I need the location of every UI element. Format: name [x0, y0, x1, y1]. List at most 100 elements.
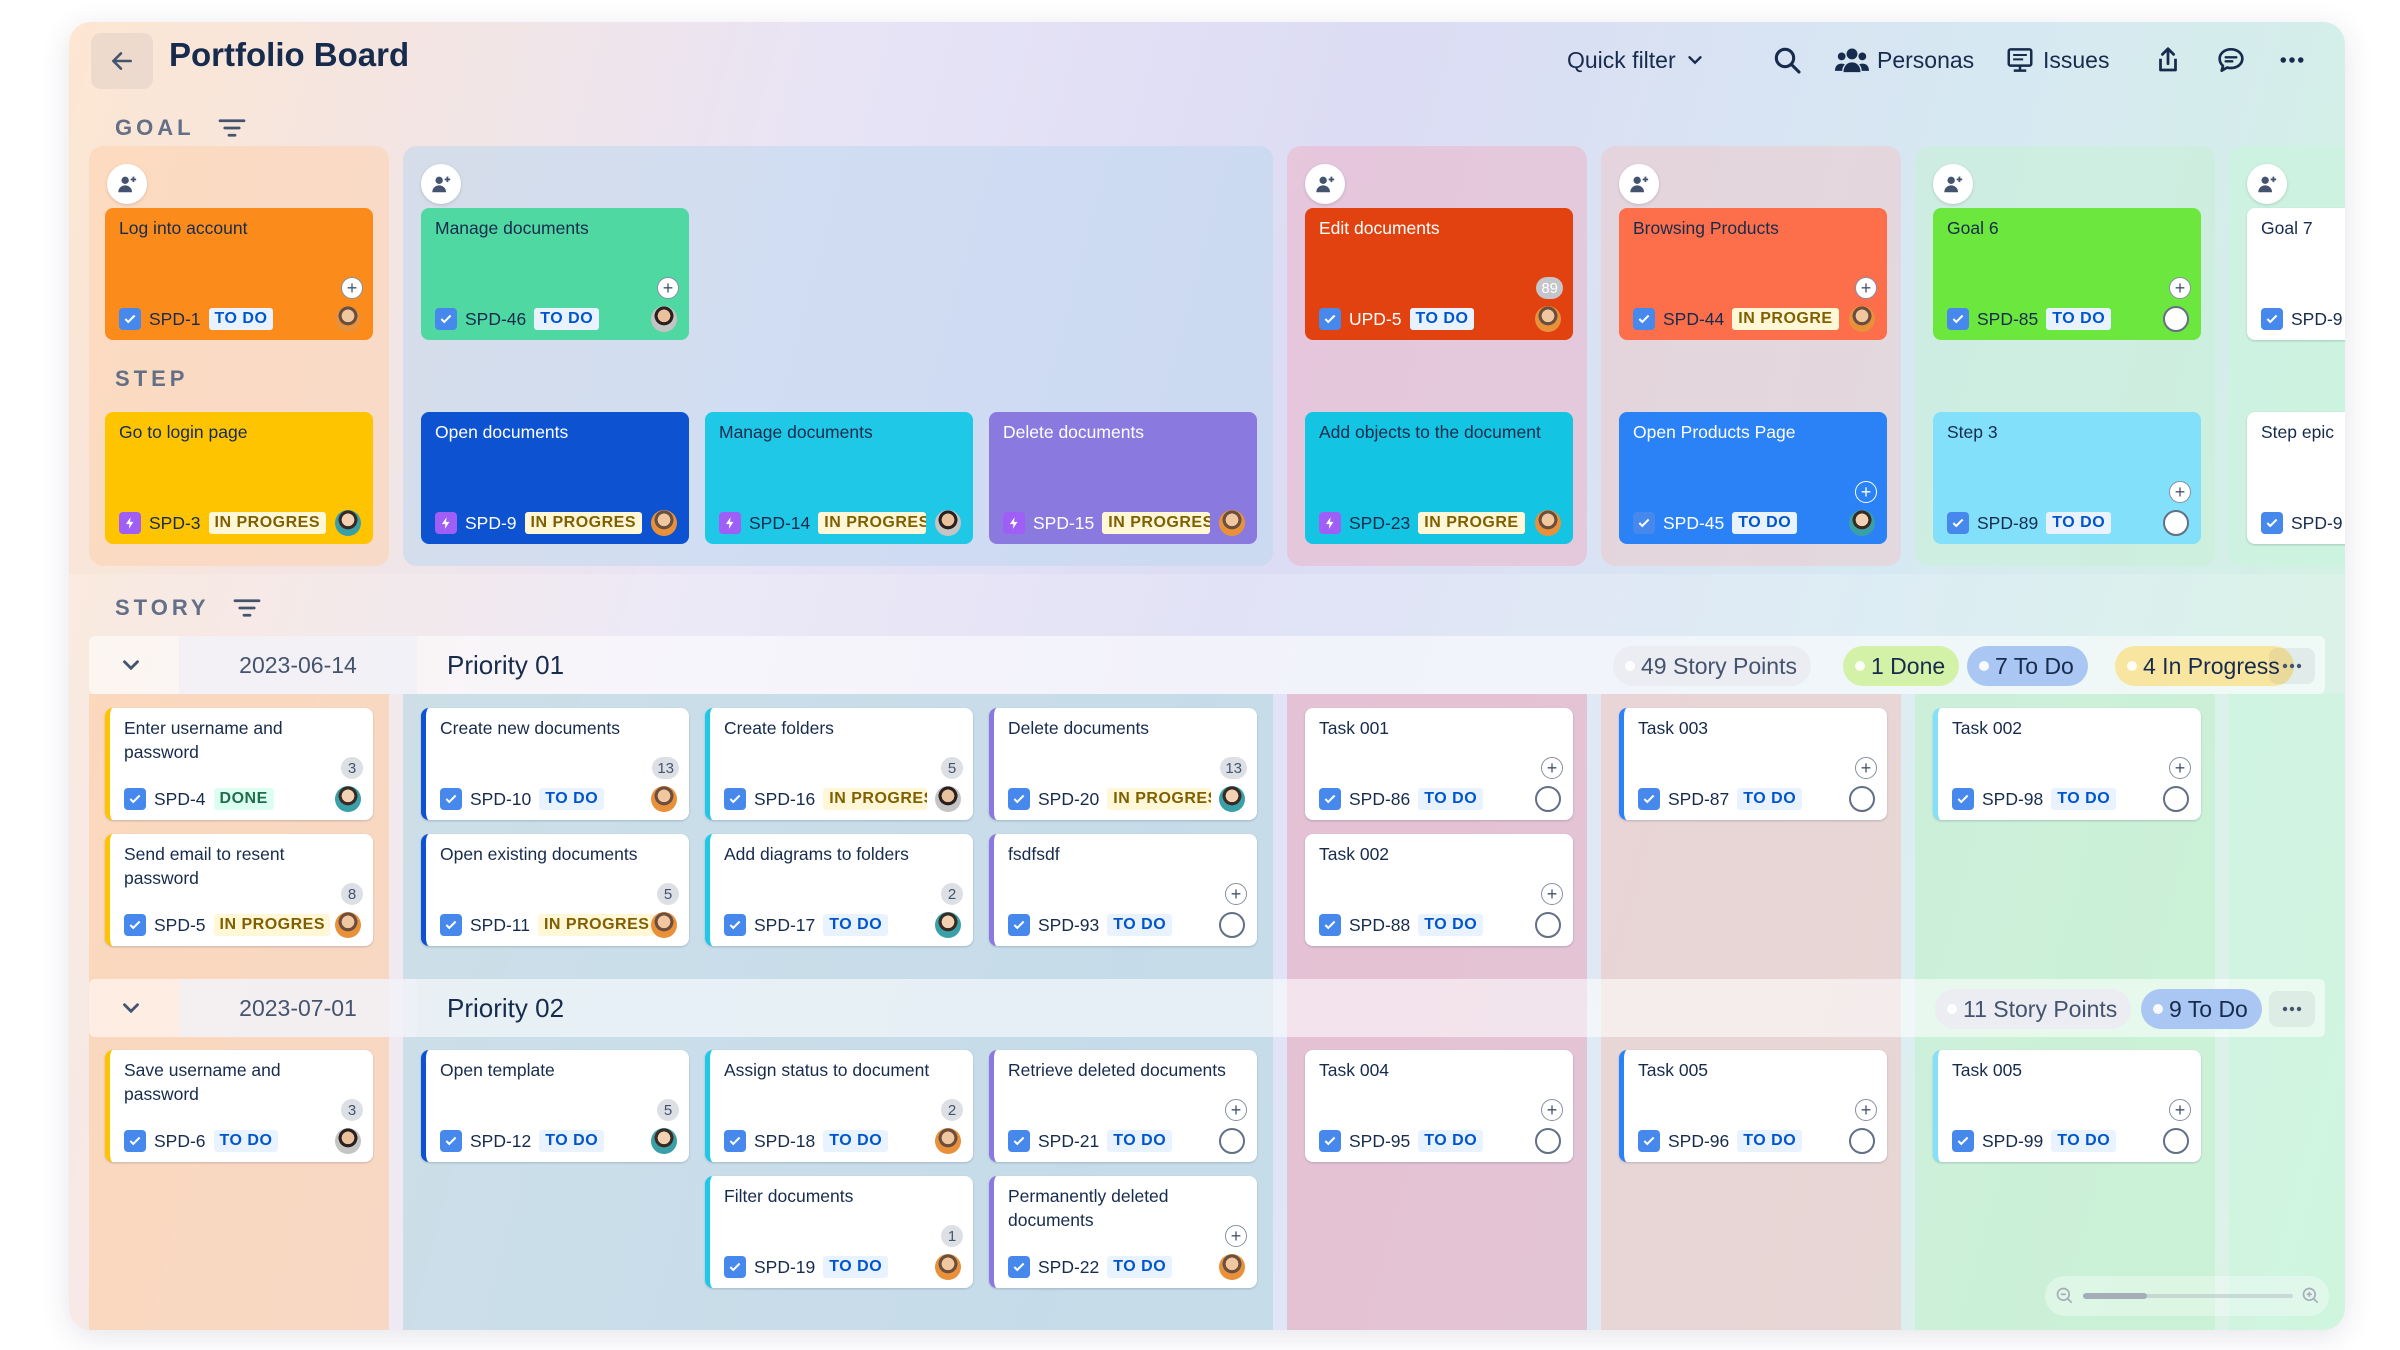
story-card[interactable]: Create folders 5 SPD-16 IN PROGRES: [705, 708, 973, 820]
step-card[interactable]: Add objects to the document SPD-23 IN PRO…: [1305, 412, 1573, 544]
swimlane-header-priority-02[interactable]: 2023-07-01 Priority 02 11 Story Points 9…: [89, 979, 2325, 1037]
status-badge[interactable]: IN PROGRE: [1732, 308, 1839, 330]
avatar[interactable]: [651, 786, 677, 812]
story-card[interactable]: Open existing documents 5 SPD-11 IN PROGR…: [421, 834, 689, 946]
status-badge[interactable]: TO DO: [1737, 1130, 1803, 1152]
add-icon[interactable]: +: [1541, 1099, 1563, 1121]
unassigned-avatar[interactable]: [2163, 1128, 2189, 1154]
issue-key[interactable]: SPD-5: [154, 915, 206, 936]
status-badge[interactable]: TO DO: [1418, 788, 1484, 810]
step-card[interactable]: Delete documents SPD-15 IN PROGRES: [989, 412, 1257, 544]
add-icon[interactable]: +: [1541, 883, 1563, 905]
issue-key[interactable]: SPD-3: [149, 513, 201, 534]
story-card[interactable]: Task 005 + SPD-99 TO DO: [1933, 1050, 2201, 1162]
add-persona-button[interactable]: [107, 164, 147, 204]
add-icon[interactable]: +: [1855, 1099, 1877, 1121]
step-card[interactable]: Go to login page SPD-3 IN PROGRES: [105, 412, 373, 544]
issue-key[interactable]: SPD-9: [2291, 309, 2343, 330]
unassigned-avatar[interactable]: [1535, 912, 1561, 938]
status-badge[interactable]: DONE: [213, 788, 274, 810]
status-badge[interactable]: TO DO: [2046, 308, 2112, 330]
avatar[interactable]: [1849, 510, 1875, 536]
issue-key[interactable]: SPD-89: [1977, 513, 2038, 534]
more-menu-button[interactable]: [2275, 40, 2309, 80]
unassigned-avatar[interactable]: [1535, 1128, 1561, 1154]
goal-card[interactable]: Log into account + SPD-1 TO DO: [105, 208, 373, 340]
issue-key[interactable]: SPD-93: [1038, 915, 1099, 936]
unassigned-avatar[interactable]: [1219, 1128, 1245, 1154]
story-card[interactable]: Task 002 + SPD-98 TO DO: [1933, 708, 2201, 820]
issue-key[interactable]: SPD-86: [1349, 789, 1410, 810]
goal-card[interactable]: Manage documents + SPD-46 TO DO: [421, 208, 689, 340]
status-badge[interactable]: TO DO: [2051, 788, 2117, 810]
status-badge[interactable]: TO DO: [534, 308, 600, 330]
status-badge[interactable]: TO DO: [823, 1130, 889, 1152]
story-card[interactable]: Task 002 + SPD-88 TO DO: [1305, 834, 1573, 946]
avatar[interactable]: [335, 306, 361, 332]
issue-key[interactable]: SPD-10: [470, 789, 531, 810]
status-badge[interactable]: TO DO: [823, 914, 889, 936]
add-persona-button[interactable]: [2247, 164, 2287, 204]
issue-key[interactable]: SPD-20: [1038, 789, 1099, 810]
collapse-button[interactable]: [89, 979, 173, 1037]
zoom-out-icon[interactable]: [2055, 1286, 2075, 1306]
status-badge[interactable]: IN PROGRE: [1418, 512, 1525, 534]
zoom-control[interactable]: [2045, 1276, 2329, 1316]
status-badge[interactable]: TO DO: [213, 1130, 279, 1152]
story-card[interactable]: Task 004 + SPD-95 TO DO: [1305, 1050, 1573, 1162]
avatar[interactable]: [1535, 510, 1561, 536]
story-card[interactable]: Create new documents 13 SPD-10 TO DO: [421, 708, 689, 820]
story-card[interactable]: Assign status to document 2 SPD-18 TO DO: [705, 1050, 973, 1162]
avatar[interactable]: [1219, 1254, 1245, 1280]
add-icon[interactable]: +: [1541, 757, 1563, 779]
story-card[interactable]: Enter username and password 3 SPD-4 DONE: [105, 708, 373, 820]
avatar[interactable]: [935, 1128, 961, 1154]
back-button[interactable]: [91, 33, 153, 89]
status-badge[interactable]: TO DO: [823, 1256, 889, 1278]
step-card[interactable]: Step 3 + SPD-89 TO DO: [1933, 412, 2201, 544]
status-badge[interactable]: IN PROGRES: [1102, 512, 1211, 534]
story-card[interactable]: Open template 5 SPD-12 TO DO: [421, 1050, 689, 1162]
issue-key[interactable]: SPD-9: [2291, 513, 2343, 534]
swimlane-more-button[interactable]: [2269, 648, 2315, 684]
issue-key[interactable]: SPD-44: [1663, 309, 1724, 330]
unassigned-avatar[interactable]: [1849, 786, 1875, 812]
issue-key[interactable]: SPD-15: [1033, 513, 1094, 534]
issue-key[interactable]: SPD-9: [465, 513, 517, 534]
issue-key[interactable]: SPD-95: [1349, 1131, 1410, 1152]
issue-key[interactable]: UPD-5: [1349, 309, 1402, 330]
add-persona-button[interactable]: [421, 164, 461, 204]
issue-key[interactable]: SPD-45: [1663, 513, 1724, 534]
status-badge[interactable]: IN PROGRES: [818, 512, 927, 534]
issue-key[interactable]: SPD-1: [149, 309, 201, 330]
comments-button[interactable]: [2215, 40, 2247, 80]
avatar[interactable]: [935, 786, 961, 812]
avatar[interactable]: [651, 306, 677, 332]
unassigned-avatar[interactable]: [2163, 306, 2189, 332]
add-persona-button[interactable]: [1619, 164, 1659, 204]
step-card[interactable]: Open Products Page + SPD-45 TO DO: [1619, 412, 1887, 544]
issue-key[interactable]: SPD-88: [1349, 915, 1410, 936]
issue-key[interactable]: SPD-16: [754, 789, 815, 810]
share-button[interactable]: [2153, 40, 2183, 80]
add-icon[interactable]: +: [1855, 481, 1877, 503]
issues-button[interactable]: Issues: [2005, 40, 2109, 80]
avatar[interactable]: [335, 510, 361, 536]
avatar[interactable]: [651, 912, 677, 938]
release-date[interactable]: 2023-06-14: [179, 636, 417, 694]
issue-key[interactable]: SPD-87: [1668, 789, 1729, 810]
avatar[interactable]: [935, 1254, 961, 1280]
issue-key[interactable]: SPD-11: [470, 915, 530, 936]
issue-key[interactable]: SPD-18: [754, 1131, 815, 1152]
issue-key[interactable]: SPD-22: [1038, 1257, 1099, 1278]
status-badge[interactable]: IN PROGRES: [524, 512, 643, 534]
issue-key[interactable]: SPD-96: [1668, 1131, 1729, 1152]
status-badge[interactable]: IN PROGRES: [823, 788, 928, 810]
step-card[interactable]: Manage documents SPD-14 IN PROGRES: [705, 412, 973, 544]
story-card[interactable]: Permanently deleted documents + SPD-22 TO…: [989, 1176, 1257, 1288]
issue-key[interactable]: SPD-99: [1982, 1131, 2043, 1152]
avatar[interactable]: [1219, 510, 1245, 536]
unassigned-avatar[interactable]: [2163, 786, 2189, 812]
story-card[interactable]: fsdfsdf + SPD-93 TO DO: [989, 834, 1257, 946]
status-badge[interactable]: TO DO: [208, 308, 274, 330]
